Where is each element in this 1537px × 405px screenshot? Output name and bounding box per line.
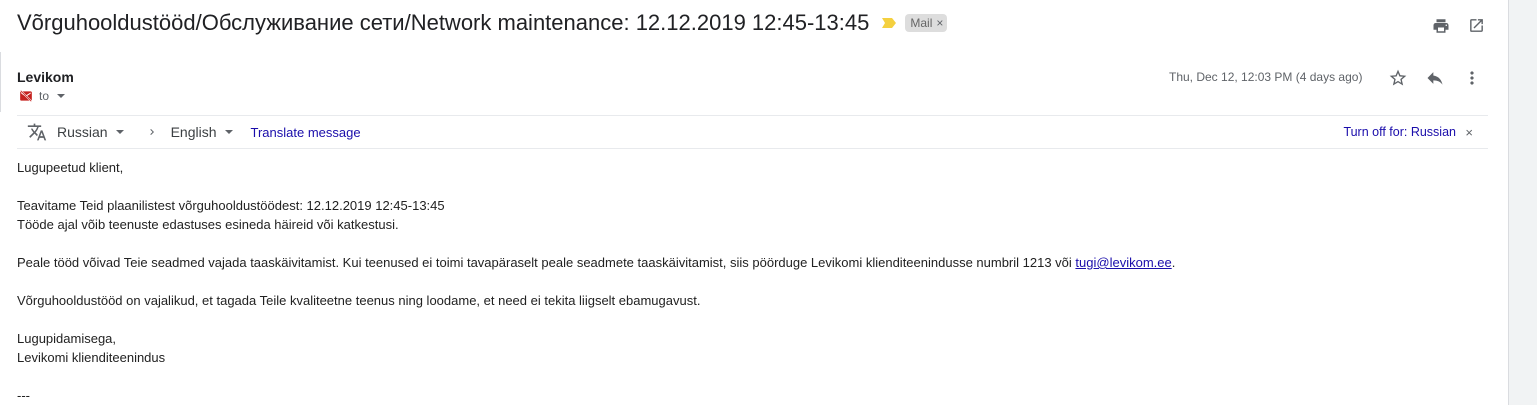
unauthenticated-sender-icon bbox=[20, 90, 32, 102]
message-date: Thu, Dec 12, 12:03 PM (4 days ago) bbox=[1169, 70, 1363, 84]
chevron-down-icon bbox=[115, 130, 124, 134]
body-text: Peale tööd võivad Teie seadmed vajada ta… bbox=[17, 255, 1076, 270]
thread-actions bbox=[1430, 15, 1487, 36]
message-body: Lugupeetud klient, Teavitame Teid plaani… bbox=[17, 158, 1487, 405]
body-line: Teavitame Teid plaanilistest võrguhooldu… bbox=[17, 198, 445, 213]
star-icon[interactable] bbox=[1387, 67, 1408, 88]
source-language-label: Russian bbox=[57, 124, 108, 140]
email-link[interactable]: tugi@levikom.ee bbox=[1075, 255, 1171, 270]
more-options-icon[interactable] bbox=[1461, 67, 1482, 88]
translate-icon bbox=[27, 122, 47, 142]
reply-icon[interactable] bbox=[1424, 67, 1445, 88]
recipient-row: to bbox=[19, 89, 66, 103]
greeting: Lugupeetud klient, bbox=[17, 160, 124, 175]
separator: --- bbox=[17, 388, 30, 403]
turn-off-translation-link[interactable]: Turn off for: Russian bbox=[1343, 125, 1456, 139]
recipient-details-chevron-icon[interactable] bbox=[57, 94, 66, 98]
message-actions bbox=[1387, 67, 1482, 88]
closing: Lugupidamisega, bbox=[17, 331, 117, 346]
subject-row: Võrguhooldustööd/Обслуживание сети/Netwo… bbox=[17, 10, 948, 36]
body-paragraph: Peale tööd võivad Teie seadmed vajada ta… bbox=[17, 253, 1487, 272]
sender-name[interactable]: Levikom bbox=[17, 69, 74, 85]
translate-message-link[interactable]: Translate message bbox=[251, 125, 361, 140]
important-marker-icon[interactable] bbox=[881, 17, 897, 29]
print-icon[interactable] bbox=[1430, 15, 1451, 36]
recipient-prefix: to bbox=[39, 89, 50, 103]
body-paragraph: Võrguhooldustööd on vajalikud, et tagada… bbox=[17, 293, 701, 308]
remove-label-icon[interactable]: × bbox=[936, 16, 943, 30]
open-in-new-window-icon[interactable] bbox=[1466, 15, 1487, 36]
label-chip-text: Mail bbox=[910, 16, 933, 30]
email-subject: Võrguhooldustööd/Обслуживание сети/Netwo… bbox=[17, 10, 870, 35]
close-translate-bar-icon[interactable]: × bbox=[1465, 125, 1473, 140]
target-language-label: English bbox=[170, 124, 217, 140]
translate-bar: Russian English Translate message Turn o… bbox=[17, 115, 1488, 149]
divider bbox=[0, 52, 1, 112]
signature: Levikomi klienditeenindus bbox=[17, 350, 166, 365]
source-language-select[interactable]: Russian bbox=[57, 124, 124, 140]
body-line: Tööde ajal võib teenuste edastuses esine… bbox=[17, 217, 399, 232]
chevron-down-icon bbox=[224, 130, 233, 134]
chevron-right-icon bbox=[146, 126, 158, 138]
scrollbar[interactable] bbox=[1508, 0, 1537, 405]
target-language-select[interactable]: English bbox=[171, 124, 233, 140]
label-chip: Mail × bbox=[905, 14, 948, 32]
body-text: . bbox=[1171, 255, 1176, 270]
